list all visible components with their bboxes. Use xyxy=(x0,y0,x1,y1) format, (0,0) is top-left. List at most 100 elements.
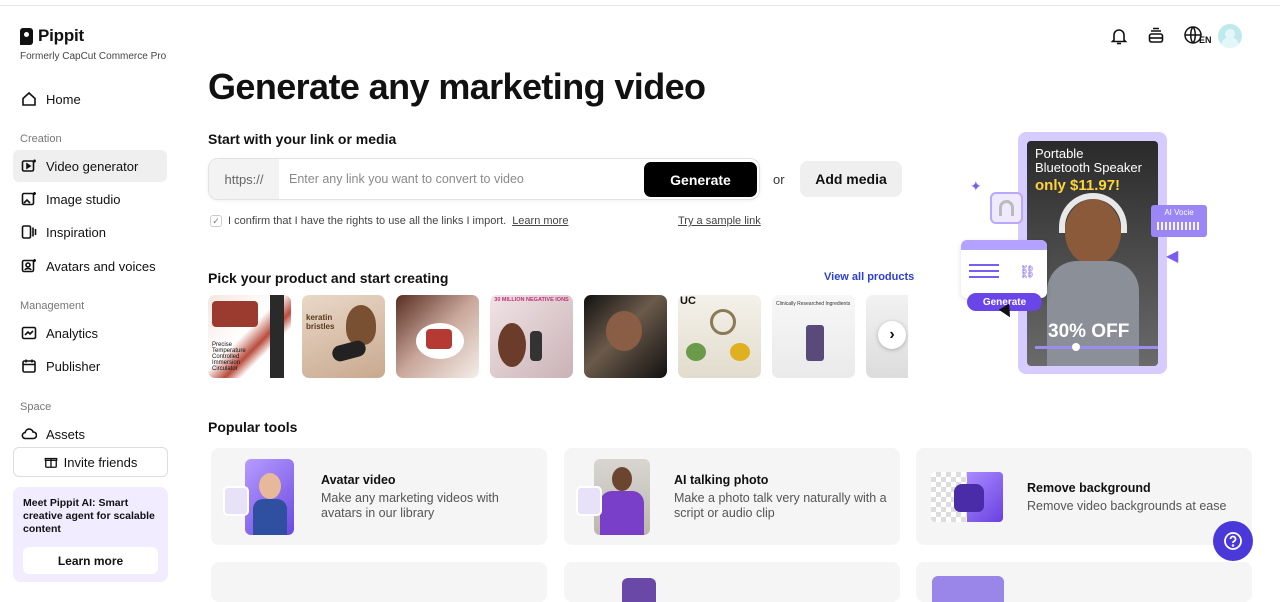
sidebar-item-label: Home xyxy=(46,91,81,107)
credits-button[interactable] xyxy=(1146,26,1166,46)
sidebar-item-label: Assets xyxy=(46,426,86,442)
tool-card-ai-talking-photo[interactable]: AI talking photo Make a photo talk very … xyxy=(564,448,900,545)
product-carousel: Precise Temperature Controlled Immersion… xyxy=(208,295,908,378)
section-management: Management xyxy=(20,300,85,312)
question-icon xyxy=(1224,532,1242,550)
sidebar-item-publisher[interactable]: Publisher xyxy=(13,350,167,382)
hero-price: only $11.97! xyxy=(1035,177,1121,194)
sidebar-item-video-generator[interactable]: Video generator xyxy=(13,150,167,182)
invite-label: Invite friends xyxy=(63,454,138,470)
stack-icon xyxy=(1148,27,1164,43)
generate-card: ⛓ xyxy=(961,240,1047,298)
brand-name: Pippit xyxy=(38,26,85,45)
ai-voice-label: AI Vocie xyxy=(1164,208,1194,217)
sidebar-item-assets[interactable]: Assets xyxy=(13,418,167,450)
view-all-products-link[interactable]: View all products xyxy=(824,271,914,283)
product-caption: Precise Temperature Controlled Immersion… xyxy=(212,342,246,372)
hero-illustration: Portable Bluetooth Speaker only $11.97! … xyxy=(958,128,1218,378)
sidebar-item-image-studio[interactable]: Image studio xyxy=(13,183,167,215)
avatar-video-thumbnail xyxy=(245,459,294,535)
section-space: Space xyxy=(20,401,52,413)
popular-tools-heading: Popular tools xyxy=(208,419,298,435)
product-card[interactable]: 30 MILLION NEGATIVE IONS xyxy=(490,295,573,378)
promo-card: Meet Pippit AI: Smart creative agent for… xyxy=(13,487,168,582)
tool-desc: Remove video backgrounds at ease xyxy=(1027,499,1227,513)
sidebar-item-label: Inspiration xyxy=(46,224,106,240)
brand-subtitle: Formerly CapCut Commerce Pro xyxy=(20,51,167,62)
tool-title: Remove background xyxy=(1027,481,1151,495)
product-card[interactable] xyxy=(396,295,479,378)
sidebar-item-label: Avatars and voices xyxy=(46,258,156,274)
hero-discount: 30% OFF xyxy=(1048,321,1130,342)
help-button[interactable] xyxy=(1213,521,1253,561)
tool-card-avatar-video[interactable]: Avatar video Make any marketing videos w… xyxy=(211,448,547,545)
headphones-thumb xyxy=(990,192,1023,224)
sidebar-item-label: Image studio xyxy=(46,191,121,207)
sidebar-item-label: Publisher xyxy=(46,358,101,374)
language-selector[interactable]: EN xyxy=(1183,25,1212,45)
chevron-right-icon: › xyxy=(889,326,895,343)
tool-card[interactable] xyxy=(916,562,1252,602)
sidebar-item-inspiration[interactable]: Inspiration xyxy=(13,216,167,248)
product-card[interactable]: keratin bristles xyxy=(302,295,385,378)
tool-desc: Make a photo talk very naturally with a … xyxy=(674,491,887,520)
home-icon xyxy=(22,91,36,106)
page-title: Generate any marketing video xyxy=(208,66,706,107)
tool-card-remove-background[interactable]: Remove background Remove video backgroun… xyxy=(916,448,1252,545)
or-separator: or xyxy=(773,172,785,187)
talking-photo-thumbnail xyxy=(594,459,650,535)
bell-icon xyxy=(1110,29,1128,45)
link-section-heading: Start with your link or media xyxy=(208,131,397,147)
tool-desc: Make any marketing videos with avatars i… xyxy=(321,491,499,520)
rights-confirmation: ✓ I confirm that I have the rights to us… xyxy=(210,215,568,227)
tool-card[interactable] xyxy=(564,562,900,602)
add-media-button[interactable]: Add media xyxy=(800,161,902,197)
learn-more-button[interactable]: Learn more xyxy=(23,547,158,574)
tool-card[interactable] xyxy=(211,562,547,602)
sidebar-item-label: Video generator xyxy=(46,158,139,174)
notifications-button[interactable] xyxy=(1109,26,1129,46)
products-heading: Pick your product and start creating xyxy=(208,270,449,286)
try-sample-link[interactable]: Try a sample link xyxy=(678,215,761,227)
confirm-text: I confirm that I have the rights to use … xyxy=(228,215,507,227)
arrow-left-icon: ◀ xyxy=(1166,248,1179,265)
hero-line2: Bluetooth Speaker xyxy=(1035,160,1142,175)
product-caption: UC xyxy=(680,295,696,307)
product-card[interactable] xyxy=(584,295,667,378)
link-icon: ⛓ xyxy=(1019,264,1036,279)
product-card[interactable]: UC xyxy=(678,295,761,378)
product-caption: Clinically Researched Ingredients xyxy=(776,301,851,307)
cloud-icon xyxy=(21,428,37,440)
ai-voice-badge: AI Vocie xyxy=(1151,205,1207,237)
generate-button[interactable]: Generate xyxy=(644,162,757,197)
sidebar-item-analytics[interactable]: Analytics xyxy=(13,317,167,349)
promo-text: Meet Pippit AI: Smart creative agent for… xyxy=(23,497,155,535)
learn-more-link[interactable]: Learn more xyxy=(512,215,568,227)
invite-friends-button[interactable]: Invite friends xyxy=(13,447,168,477)
photo-thumb-icon xyxy=(576,486,602,516)
sidebar: Pippit Formerly CapCut Commerce Pro Home… xyxy=(0,0,180,585)
video-generator-icon xyxy=(21,159,36,172)
sparkle-icon: ✦ xyxy=(970,178,982,194)
product-caption: keratin bristles xyxy=(306,313,335,331)
analytics-icon xyxy=(21,326,37,340)
link-input-box: https:// Generate xyxy=(208,158,760,200)
confirm-checkbox[interactable]: ✓ xyxy=(210,215,222,227)
user-avatar[interactable] xyxy=(1218,24,1242,48)
calendar-icon xyxy=(22,359,36,373)
image-studio-icon xyxy=(21,192,36,206)
sidebar-item-label: Analytics xyxy=(46,325,99,341)
url-prefix: https:// xyxy=(209,159,279,199)
carousel-next-button[interactable]: › xyxy=(878,321,906,349)
link-input[interactable] xyxy=(289,170,639,188)
pippit-logo-icon xyxy=(20,27,33,45)
sidebar-item-home[interactable]: Home xyxy=(13,83,167,115)
inspiration-icon xyxy=(21,225,37,239)
avatar-thumb-icon xyxy=(223,486,249,516)
logo[interactable]: Pippit xyxy=(20,26,84,46)
product-card[interactable]: Precise Temperature Controlled Immersion… xyxy=(208,295,291,378)
product-card[interactable]: Clinically Researched Ingredients xyxy=(772,295,855,378)
tool-title: Avatar video xyxy=(321,473,396,487)
tool-title: AI talking photo xyxy=(674,473,769,487)
sidebar-item-avatars-voices[interactable]: Avatars and voices xyxy=(13,250,167,282)
